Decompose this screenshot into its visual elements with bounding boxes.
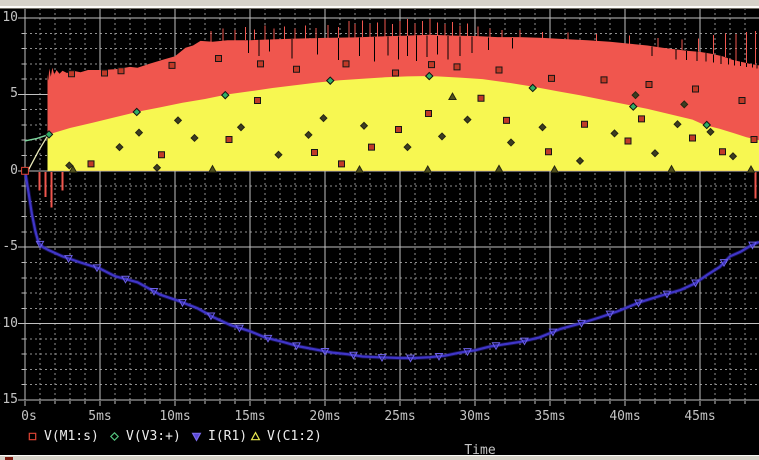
window-chrome-bottom [0,455,759,460]
square-marker [117,67,125,75]
square-marker [645,80,653,88]
legend-label: V(M1:s) [44,429,99,444]
square-marker [215,54,222,62]
square-marker [395,126,402,134]
square-marker [428,61,435,69]
square-marker [392,69,399,77]
x-tick-label: 35ms [534,409,566,424]
legend-item-V(M1:s)[interactable]: V(M1:s) [27,429,99,444]
square-marker [600,76,608,84]
square-marker [87,160,95,168]
square-marker [257,60,264,68]
square-marker [311,148,318,156]
square-marker [68,70,75,78]
square-marker [738,97,746,105]
square-marker [503,116,510,124]
square-marker [495,66,503,74]
triangle-down-icon [191,432,202,442]
square-marker [638,115,645,123]
square-marker [21,166,29,175]
square-marker [158,151,165,159]
square-marker [548,74,555,82]
y-tick-label: 0 [10,162,18,178]
y-tick-label: -15 [0,392,18,407]
window-chrome-top [0,0,759,9]
x-tick-label: 20ms [309,409,341,424]
x-tick-label: 40ms [609,409,641,424]
square-marker [225,135,233,143]
square-marker [168,61,176,69]
trace-legend: V(M1:s) V(V3:+) I(R1) V(C1:2) [0,429,759,445]
x-tick-label: 5ms [88,409,112,424]
x-tick-label: 45ms [684,409,716,424]
diamond-icon [109,431,120,442]
square-marker [101,69,108,77]
x-tick-label: 0s [21,409,37,424]
square-marker [342,60,350,68]
square-marker [692,85,699,93]
square-marker [624,137,632,145]
x-tick-label: 10ms [159,409,191,424]
square-marker [453,63,461,71]
square-icon [28,432,37,441]
legend-label: V(V3:+) [126,429,181,444]
y-tick-label: 10 [2,10,18,25]
x-tick-label: 15ms [234,409,266,424]
y-tick-label: 5 [10,86,18,102]
square-marker [545,148,552,156]
square-marker [254,97,261,105]
square-marker [293,65,300,73]
square-marker [689,134,696,142]
square-marker [425,110,432,117]
y-tick-label: -5 [2,239,18,255]
probe-window: 10 5 0 -5 -10 -15 0s 5ms 10ms 15ms 20ms 25ms 30ms 35… [0,0,759,460]
square-marker [750,135,758,143]
legend-item-I(R1)[interactable]: I(R1) [191,429,247,444]
square-marker [338,160,345,168]
square-marker [477,94,485,102]
legend-label: V(C1:2) [267,429,322,444]
y-tick-label: -10 [0,315,18,331]
x-tick-label: 25ms [384,409,416,424]
square-marker [581,120,588,128]
legend-item-V(V3:+)[interactable]: V(V3:+) [109,429,181,444]
legend-item-V(C1:2)[interactable]: V(C1:2) [250,429,322,444]
legend-label: I(R1) [208,429,248,444]
square-marker [368,143,375,151]
x-tick-label: 30ms [459,409,491,424]
waveform-canvas [0,8,759,455]
square-marker [719,148,726,156]
triangle-up-icon [250,431,261,441]
